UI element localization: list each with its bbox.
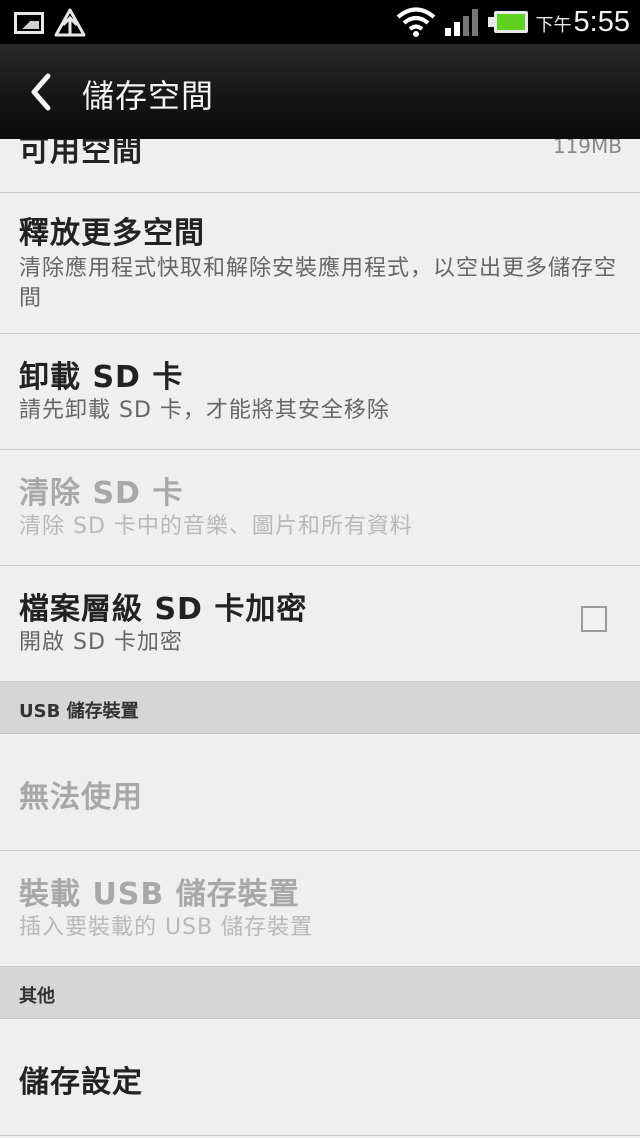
status-bar-notifications bbox=[14, 8, 86, 38]
free-up-space-subtitle: 清除應用程式快取和解除安裝應用程式，以空出更多儲存空間 bbox=[19, 256, 618, 311]
status-bar: 下午 5:55 bbox=[0, 0, 640, 44]
warning-icon bbox=[54, 8, 86, 37]
section-header-other: 其他 bbox=[0, 967, 640, 1019]
mount-usb-row: 裝載 USB 儲存裝置 插入要裝載的 USB 儲存裝置 bbox=[0, 851, 640, 967]
section-header-other-label: 其他 bbox=[19, 986, 55, 1007]
chevron-left-icon bbox=[31, 73, 51, 111]
back-button[interactable] bbox=[16, 66, 66, 118]
mount-usb-title: 裝載 USB 儲存裝置 bbox=[19, 877, 300, 912]
page-title: 儲存空間 bbox=[82, 77, 215, 115]
free-up-space-row[interactable]: 釋放更多空間 清除應用程式快取和解除安裝應用程式，以空出更多儲存空間 bbox=[0, 193, 640, 334]
action-bar: 儲存空間 bbox=[0, 44, 640, 139]
sd-encryption-checkbox[interactable] bbox=[581, 606, 607, 632]
section-header-usb-label: USB 儲存裝置 bbox=[19, 701, 139, 722]
usb-unavailable-row: 無法使用 bbox=[0, 734, 640, 851]
erase-sd-row: 清除 SD 卡 清除 SD 卡中的音樂、圖片和所有資料 bbox=[0, 450, 640, 566]
gallery-icon bbox=[14, 12, 44, 34]
available-space-title: 可用空間 bbox=[19, 139, 143, 169]
usb-unavailable-title: 無法使用 bbox=[19, 780, 143, 815]
storage-settings-row[interactable]: 儲存設定 bbox=[0, 1019, 640, 1136]
status-bar-system: 下午 5:55 bbox=[396, 0, 630, 44]
available-space-value: 119MB bbox=[552, 139, 622, 158]
clock: 下午 5:55 bbox=[536, 6, 630, 39]
sd-encryption-title: 檔案層級 SD 卡加密 bbox=[19, 592, 308, 627]
signal-icon bbox=[444, 9, 478, 36]
mount-usb-subtitle: 插入要裝載的 USB 儲存裝置 bbox=[19, 915, 314, 940]
sd-encryption-row[interactable]: 檔案層級 SD 卡加密 開啟 SD 卡加密 bbox=[0, 566, 640, 682]
free-up-space-title: 釋放更多空間 bbox=[19, 216, 205, 251]
erase-sd-subtitle: 清除 SD 卡中的音樂、圖片和所有資料 bbox=[19, 514, 413, 539]
section-header-usb: USB 儲存裝置 bbox=[0, 682, 640, 734]
battery-icon bbox=[487, 11, 528, 33]
clock-ampm: 下午 bbox=[535, 14, 572, 35]
unmount-sd-title: 卸載 SD 卡 bbox=[19, 360, 184, 395]
unmount-sd-row[interactable]: 卸載 SD 卡 請先卸載 SD 卡，才能將其安全移除 bbox=[0, 334, 640, 450]
clock-time: 5:55 bbox=[573, 5, 630, 38]
erase-sd-title: 清除 SD 卡 bbox=[19, 476, 184, 511]
storage-settings-title: 儲存設定 bbox=[19, 1065, 143, 1100]
screen: 下午 5:55 儲存空間 可用空間 119MB 釋放更多空間 清除應用程式快取和… bbox=[0, 0, 640, 1138]
wifi-icon bbox=[396, 7, 435, 37]
battery-level bbox=[496, 14, 525, 30]
available-space-row: 可用空間 119MB bbox=[0, 139, 640, 193]
sd-encryption-subtitle: 開啟 SD 卡加密 bbox=[19, 630, 183, 655]
settings-list[interactable]: 可用空間 119MB 釋放更多空間 清除應用程式快取和解除安裝應用程式，以空出更… bbox=[0, 139, 640, 1138]
unmount-sd-subtitle: 請先卸載 SD 卡，才能將其安全移除 bbox=[19, 398, 390, 423]
